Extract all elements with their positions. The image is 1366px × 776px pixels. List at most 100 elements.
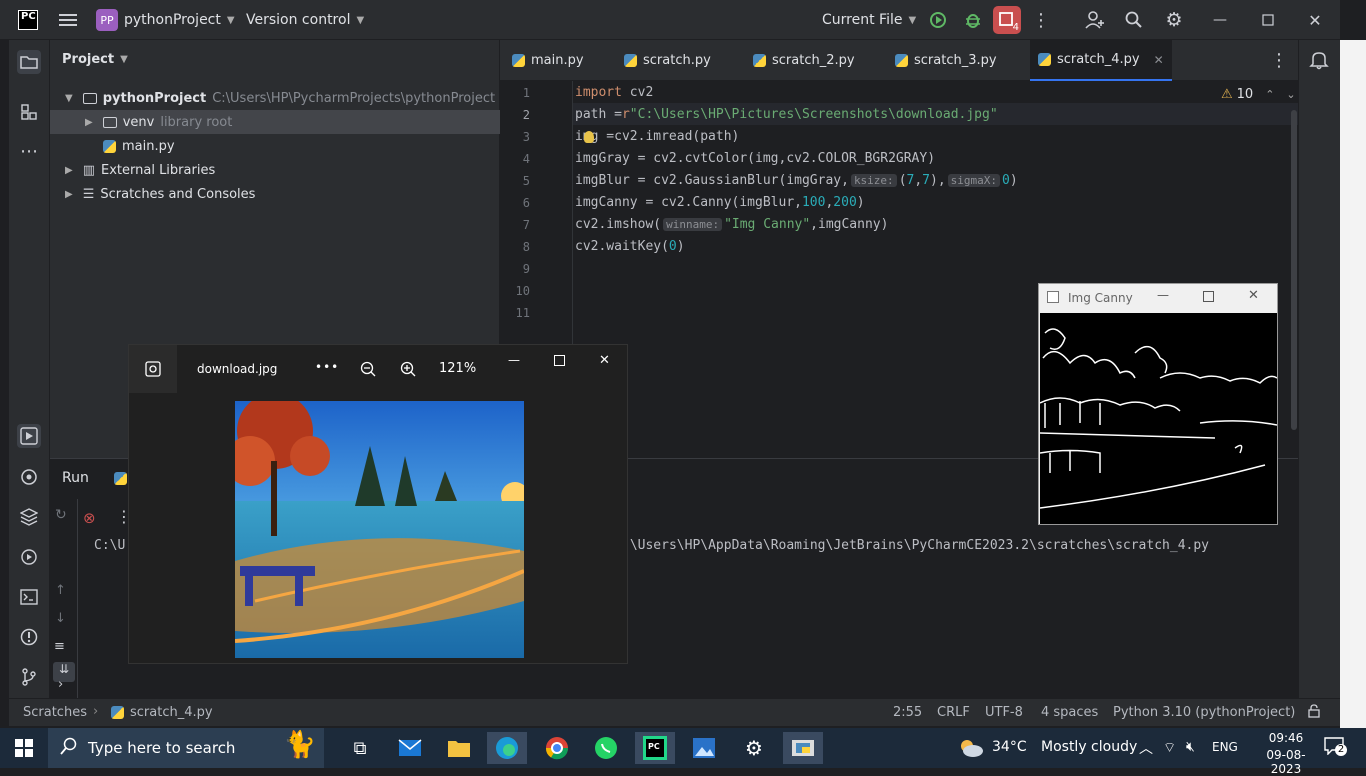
photos-maximize-icon[interactable]: [554, 355, 565, 370]
file-explorer-icon[interactable]: [439, 732, 479, 764]
code-line-8[interactable]: cv2.waitKey(0): [575, 239, 685, 254]
notification-center-icon[interactable]: 2: [1324, 737, 1347, 757]
stop-run-icon[interactable]: ⊗: [83, 509, 96, 527]
tree-item-scratches[interactable]: ▶ ☰ Scratches and Consoles: [50, 182, 500, 206]
lock-icon[interactable]: [1307, 704, 1321, 722]
stop-button[interactable]: 4: [993, 6, 1021, 34]
close-icon[interactable]: ✕: [1303, 8, 1327, 32]
tab-scratch-2-py[interactable]: scratch_2.py: [753, 40, 855, 81]
file-encoding[interactable]: UTF-8: [985, 705, 1023, 720]
maximize-icon[interactable]: [1256, 8, 1280, 32]
tree-item-main-py[interactable]: main.py: [50, 134, 500, 158]
settings-gear-icon[interactable]: ⚙: [1162, 8, 1186, 32]
inspections-widget[interactable]: ⚠ 10 ⌃ ⌄: [1221, 87, 1296, 102]
next-highlight-icon[interactable]: ⌄: [1286, 88, 1295, 101]
canny-maximize-icon[interactable]: [1203, 291, 1214, 306]
debug-icon[interactable]: [961, 8, 985, 32]
input-language[interactable]: ENG: [1212, 740, 1238, 754]
expand-toolbar-icon[interactable]: ›: [58, 677, 63, 692]
add-user-icon[interactable]: [1083, 8, 1107, 32]
code-token: 100: [801, 195, 826, 210]
photos-minimize-icon[interactable]: —: [508, 353, 520, 367]
problems-icon[interactable]: [17, 625, 41, 649]
search-icon[interactable]: [1122, 8, 1146, 32]
pycharm-taskbar-icon[interactable]: PC: [635, 732, 675, 764]
line-separator[interactable]: CRLF: [937, 705, 970, 720]
code-line-2[interactable]: path =r"C:\Users\HP\Pictures\Screenshots…: [575, 107, 998, 122]
canny-close-icon[interactable]: ✕: [1248, 288, 1259, 303]
photos-close-icon[interactable]: ✕: [599, 353, 610, 368]
show-hidden-icons-icon[interactable]: ︿: [1139, 738, 1153, 758]
photos-app-icon[interactable]: [684, 732, 724, 764]
settings-gear-icon[interactable]: ⚙: [734, 732, 774, 764]
minimize-icon[interactable]: —: [1208, 8, 1232, 32]
structure-icon[interactable]: [17, 100, 41, 124]
project-switcher[interactable]: PP pythonProject ▼: [96, 0, 235, 40]
code-line-4[interactable]: imgGray = cv2.cvtColor(img,cv2.COLOR_BGR…: [575, 151, 935, 166]
code-line-7[interactable]: cv2.imshow(winname: "Img Canny",imgCanny): [575, 217, 888, 232]
clock-time[interactable]: 09:46: [1256, 731, 1316, 745]
rerun-icon[interactable]: ↻: [55, 507, 67, 523]
volume-muted-icon[interactable]: 🔇︎: [1186, 739, 1195, 755]
breadcrumb-root[interactable]: Scratches: [23, 705, 87, 720]
services-icon[interactable]: [17, 545, 41, 569]
gallery-icon[interactable]: [129, 345, 177, 393]
code-line-3[interactable]: img =cv2.imread(path): [575, 129, 739, 144]
whatsapp-icon[interactable]: [586, 732, 626, 764]
photo-more-button[interactable]: •••: [315, 360, 339, 374]
scroll-to-end-icon[interactable]: ⇊: [53, 662, 75, 682]
tab-scratch-3-py[interactable]: scratch_3.py: [895, 40, 997, 81]
run-config-selector[interactable]: Current File ▼: [822, 0, 916, 40]
close-tab-icon[interactable]: ✕: [1154, 53, 1164, 67]
more-actions-icon[interactable]: ⋮: [1029, 8, 1053, 32]
tab-main-py[interactable]: main.py: [512, 40, 584, 81]
weather-cloud-icon[interactable]: [958, 738, 984, 762]
indent-setting[interactable]: 4 spaces: [1041, 705, 1098, 720]
project-panel-header[interactable]: Project ▼: [62, 52, 128, 67]
clock-date[interactable]: 09-08-2023: [1252, 748, 1320, 776]
mail-icon[interactable]: [390, 732, 430, 764]
project-folder-icon[interactable]: [17, 50, 41, 74]
tab-menu-icon[interactable]: ⋮: [1270, 50, 1288, 71]
soft-wrap-icon[interactable]: ≡: [54, 639, 65, 654]
code-line-6[interactable]: imgCanny = cv2.Canny(imgBlur,100,200): [575, 195, 865, 210]
code-line-1[interactable]: import cv2: [575, 85, 653, 100]
tree-item-venv[interactable]: ▶ venv library root: [50, 110, 500, 134]
up-arrow-icon[interactable]: ↑: [55, 583, 66, 598]
more-tools-icon[interactable]: ⋯: [17, 139, 41, 163]
caret-position[interactable]: 2:55: [893, 705, 922, 720]
editor-scrollbar[interactable]: [1291, 110, 1297, 430]
version-control-menu[interactable]: Version control ▼: [246, 0, 364, 40]
weather-description[interactable]: Mostly cloudy: [1041, 739, 1137, 755]
code-line-5[interactable]: imgBlur = cv2.GaussianBlur(imgGray, ksize…: [575, 173, 1018, 188]
python-console-icon[interactable]: [17, 465, 41, 489]
wifi-icon[interactable]: ⌔: [1163, 739, 1176, 757]
task-view-icon[interactable]: ⧉: [340, 732, 380, 764]
git-branch-icon[interactable]: [17, 665, 41, 689]
main-menu-icon[interactable]: [56, 8, 80, 32]
zoom-level[interactable]: 121%: [439, 361, 476, 376]
zoom-out-icon[interactable]: [360, 361, 376, 381]
taskbar-search-box[interactable]: Type here to search 🐈: [48, 728, 324, 768]
lightbulb-icon[interactable]: [584, 131, 594, 143]
python-interpreter[interactable]: Python 3.10 (pythonProject): [1113, 705, 1295, 720]
terminal-icon[interactable]: [17, 585, 41, 609]
tab-scratch-4-py[interactable]: scratch_4.py ✕: [1030, 40, 1172, 81]
notifications-bell-icon[interactable]: [1309, 50, 1329, 74]
run-icon[interactable]: [926, 8, 950, 32]
tab-scratch-py[interactable]: scratch.py: [624, 40, 711, 81]
windows-start-icon[interactable]: [4, 732, 44, 764]
down-arrow-icon[interactable]: ↓: [55, 611, 66, 626]
previous-highlight-icon[interactable]: ⌃: [1265, 88, 1274, 101]
edge-browser-icon[interactable]: [487, 732, 527, 764]
weather-temperature[interactable]: 34°C: [992, 739, 1027, 755]
breadcrumb-file[interactable]: scratch_4.py: [111, 705, 213, 720]
chrome-icon[interactable]: [537, 732, 577, 764]
tree-item-project-root[interactable]: ▼ pythonProject C:\Users\HP\PycharmProje…: [50, 86, 500, 110]
zoom-in-icon[interactable]: [400, 361, 416, 381]
tree-item-external-libraries[interactable]: ▶ ▥ External Libraries: [50, 158, 500, 182]
python-app-icon[interactable]: [783, 732, 823, 764]
canny-minimize-icon[interactable]: —: [1157, 288, 1169, 302]
python-packages-icon[interactable]: [17, 505, 41, 529]
run-tool-icon[interactable]: [17, 424, 41, 448]
